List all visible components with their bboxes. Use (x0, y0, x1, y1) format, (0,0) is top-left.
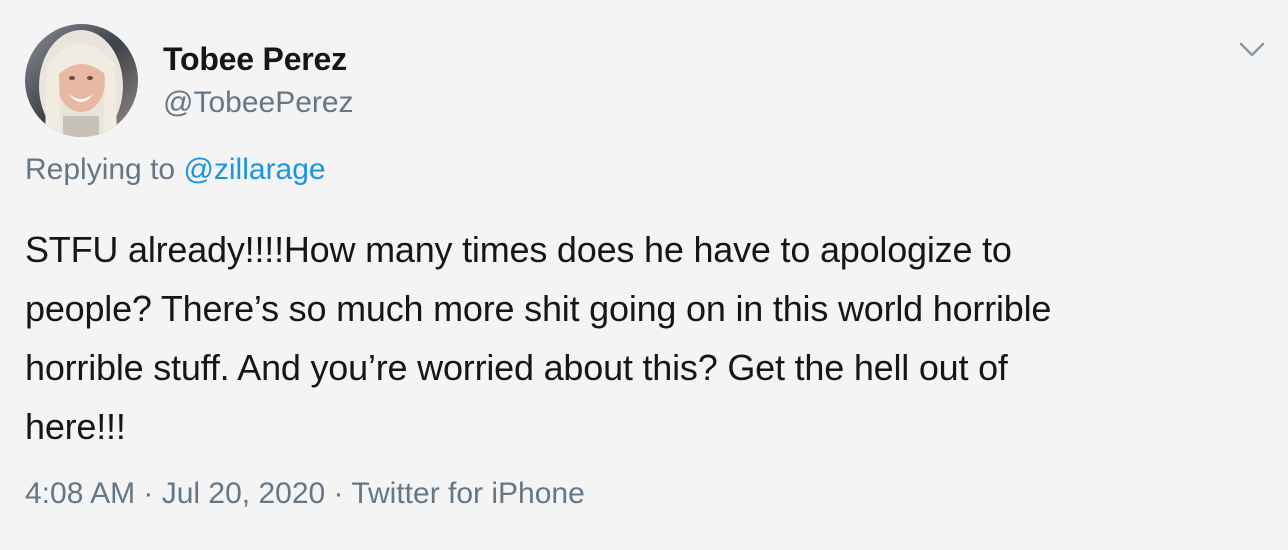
tweet-text: STFU already!!!!How many times does he h… (25, 229, 1052, 447)
tweet-date[interactable]: Jul 20, 2020 (162, 477, 325, 510)
author-names: Tobee Perez @TobeePerez (163, 40, 354, 122)
avatar-image (25, 24, 138, 137)
meta-separator: · (325, 477, 352, 510)
replying-to: Replying to @zillarage (25, 150, 326, 190)
tweet-source[interactable]: Twitter for iPhone (351, 477, 584, 510)
tweet-header: Tobee Perez @TobeePerez (25, 24, 354, 137)
reply-mention-link[interactable]: @zillarage (183, 153, 325, 186)
avatar[interactable] (25, 24, 138, 137)
meta-separator: · (135, 477, 162, 510)
tweet-meta: 4:08 AM · Jul 20, 2020 · Twitter for iPh… (25, 474, 585, 514)
author-handle[interactable]: @TobeePerez (163, 84, 354, 122)
tweet-time[interactable]: 4:08 AM (25, 477, 135, 510)
replying-to-prefix: Replying to (25, 153, 184, 186)
author-display-name[interactable]: Tobee Perez (163, 40, 354, 78)
tweet-card: Tobee Perez @TobeePerez Replying to @zil… (0, 0, 1288, 550)
chevron-down-icon[interactable] (1238, 40, 1266, 60)
